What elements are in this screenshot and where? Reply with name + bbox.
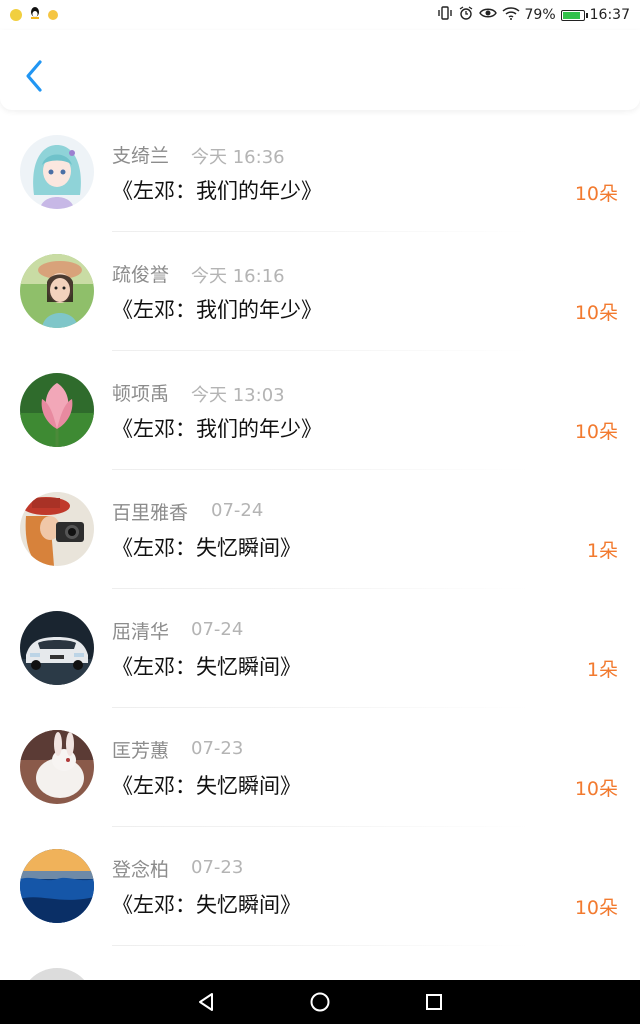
flower-count: 1朵	[586, 540, 618, 562]
send-time: 今天 16:16	[191, 266, 285, 287]
clock: 16:37	[589, 7, 630, 23]
screen: 79% 16:37 支绮兰 今天 16:36 《左邓：我们的年少》 10朵 疏俊…	[0, 0, 640, 1024]
home-nav-button[interactable]	[307, 989, 333, 1015]
wifi-icon	[502, 6, 520, 24]
send-time: 07-23	[191, 857, 244, 878]
flower-count: 10朵	[574, 421, 618, 443]
chevron-left-icon	[26, 60, 42, 92]
circle-home-icon	[310, 992, 330, 1012]
work-title: 《左邓：我们的年少》	[112, 298, 322, 322]
app-notification-icon	[10, 9, 22, 21]
battery-percent: 79%	[524, 7, 556, 23]
work-title: 《左邓：我们的年少》	[112, 179, 322, 203]
back-button[interactable]	[20, 56, 50, 96]
alarm-icon	[458, 5, 474, 25]
avatar[interactable]	[20, 254, 94, 328]
music-app-icon	[48, 10, 58, 20]
avatar[interactable]	[20, 135, 94, 209]
flower-count: 1朵	[586, 659, 618, 681]
sender-name: 顿项禹	[112, 383, 170, 405]
avatar[interactable]	[20, 373, 94, 447]
send-time: 07-23	[191, 738, 244, 759]
list-item[interactable]: 屈清华 07-24 《左邓：失忆瞬间》 1朵	[0, 589, 640, 708]
system-status: 79% 16:37	[437, 5, 630, 25]
list-item[interactable]: 匡芳蕙 07-23 《左邓：失忆瞬间》 10朵	[0, 708, 640, 827]
send-time: 今天 16:36	[191, 147, 285, 168]
sender-name: 屈清华	[112, 621, 170, 643]
avatar[interactable]	[20, 611, 94, 685]
list-item[interactable]: 登念柏 07-23 《左邓：失忆瞬间》 10朵	[0, 827, 640, 946]
list-item[interactable]: 百里雅香 07-24 《左邓：失忆瞬间》 1朵	[0, 470, 640, 589]
flower-count: 10朵	[574, 778, 618, 800]
sender-name: 疏俊誉	[112, 264, 170, 286]
flower-count: 10朵	[574, 183, 618, 205]
flower-count: 10朵	[574, 897, 618, 919]
work-title: 《左邓：失忆瞬间》	[112, 655, 301, 679]
list-item[interactable]: 支绮兰 今天 16:36 《左邓：我们的年少》 10朵	[0, 113, 640, 232]
flower-count: 10朵	[574, 302, 618, 324]
avatar[interactable]	[20, 492, 94, 566]
qq-icon	[28, 6, 42, 24]
list-item[interactable]: 疏俊誉 今天 16:16 《左邓：我们的年少》 10朵	[0, 232, 640, 351]
send-time: 07-24	[211, 500, 264, 521]
status-bar: 79% 16:37	[0, 0, 640, 30]
sender-name: 百里雅香	[112, 502, 189, 524]
list-item[interactable]: 顿项禹 今天 13:03 《左邓：我们的年少》 10朵	[0, 351, 640, 470]
avatar[interactable]	[20, 730, 94, 804]
vibrate-icon	[437, 5, 453, 25]
work-title: 《左邓：失忆瞬间》	[112, 536, 301, 560]
notification-icons	[10, 6, 58, 24]
header	[0, 30, 640, 110]
sender-name: 登念柏	[112, 859, 170, 881]
square-recents-icon	[426, 994, 442, 1010]
battery-icon	[560, 9, 588, 21]
recents-nav-button[interactable]	[421, 989, 447, 1015]
battery-level	[562, 11, 581, 19]
eye-icon	[478, 6, 497, 24]
back-nav-button[interactable]	[193, 989, 219, 1015]
gift-list: 支绮兰 今天 16:36 《左邓：我们的年少》 10朵 疏俊誉 今天 16:16…	[0, 113, 640, 1024]
work-title: 《左邓：我们的年少》	[112, 417, 322, 441]
send-time: 今天 13:03	[191, 385, 285, 406]
sender-name: 匡芳蕙	[112, 740, 170, 762]
work-title: 《左邓：失忆瞬间》	[112, 893, 301, 917]
sender-name: 支绮兰	[112, 145, 170, 167]
work-title: 《左邓：失忆瞬间》	[112, 774, 301, 798]
avatar[interactable]	[20, 849, 94, 923]
navigation-bar	[0, 980, 640, 1024]
triangle-back-icon	[199, 993, 213, 1011]
send-time: 07-24	[191, 619, 244, 640]
